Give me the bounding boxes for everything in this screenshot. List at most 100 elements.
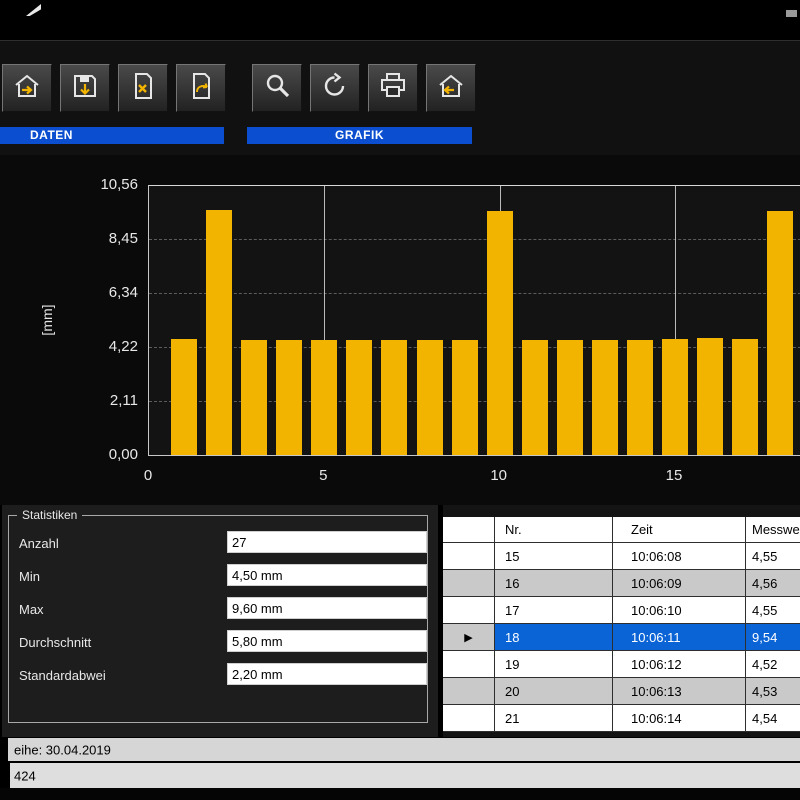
grid-corner [443, 517, 495, 543]
standardabweichung-input[interactable] [227, 663, 427, 685]
durchschnitt-input[interactable] [227, 630, 427, 652]
row-selector[interactable] [443, 651, 495, 678]
chart-bar [697, 338, 723, 455]
export-graphic-button[interactable] [426, 64, 476, 112]
stat-row: Anzahl [9, 528, 427, 561]
table-row[interactable]: 1710:06:104,55 [443, 597, 800, 624]
max-input[interactable] [227, 597, 427, 619]
cell-zeit[interactable]: 10:06:12 [613, 651, 746, 678]
cell-messwert[interactable]: 4,55 [746, 597, 800, 624]
selected-row-arrow-icon: ▶ [464, 631, 472, 644]
chart-bar [276, 340, 302, 455]
cell-messwert[interactable]: 4,56 [746, 570, 800, 597]
chart-bar [206, 210, 232, 455]
row-selector[interactable] [443, 678, 495, 705]
chart-bar [346, 340, 372, 455]
bottom-panels: Statistiken AnzahlMinMaxDurchschnittStan… [0, 505, 800, 737]
house-import-icon [12, 71, 42, 106]
max-label: Max [19, 602, 44, 617]
column-header-messwert[interactable]: Messwert [746, 517, 800, 543]
grid-header-row: Nr.ZeitMesswert [443, 517, 800, 543]
statistics-fields: AnzahlMinMaxDurchschnittStandardabwei [9, 528, 427, 693]
x-tick-label: 5 [298, 467, 348, 484]
row-selector[interactable] [443, 543, 495, 570]
statistics-groupbox: Statistiken AnzahlMinMaxDurchschnittStan… [8, 515, 428, 723]
cell-nr[interactable]: 17 [495, 597, 613, 624]
table-row[interactable]: 1510:06:084,55 [443, 543, 800, 570]
chart-bar [311, 340, 337, 455]
cell-messwert[interactable]: 4,54 [746, 705, 800, 732]
chart-bar [417, 340, 443, 455]
column-header-nr[interactable]: Nr. [495, 517, 613, 543]
table-row[interactable]: 1610:06:094,56 [443, 570, 800, 597]
cell-nr[interactable]: 20 [495, 678, 613, 705]
house-export-icon [436, 71, 466, 106]
y-tick-label: 0,00 [0, 446, 140, 464]
h-gridline [149, 185, 800, 186]
row-selector[interactable] [443, 705, 495, 732]
grafik-button-group [252, 64, 476, 112]
grafik-group-label: GRAFIK [247, 127, 472, 144]
cell-nr[interactable]: 16 [495, 570, 613, 597]
cell-zeit[interactable]: 10:06:10 [613, 597, 746, 624]
cell-zeit[interactable]: 10:06:11 [613, 624, 746, 651]
refresh-button[interactable] [310, 64, 360, 112]
cell-nr[interactable]: 21 [495, 705, 613, 732]
cell-messwert[interactable]: 4,55 [746, 543, 800, 570]
cell-zeit[interactable]: 10:06:14 [613, 705, 746, 732]
daten-button-group [2, 64, 226, 112]
document-delete-icon [128, 71, 158, 106]
durchschnitt-label: Durchschnitt [19, 635, 91, 650]
x-tick-label: 0 [123, 467, 173, 484]
zoom-button[interactable] [252, 64, 302, 112]
cell-zeit[interactable]: 10:06:09 [613, 570, 746, 597]
footer-left-notch [0, 763, 10, 788]
standardabweichung-label: Standardabwei [19, 668, 106, 683]
y-tick-label: 8,45 [0, 230, 140, 248]
chart-bar [381, 340, 407, 455]
save-data-button[interactable] [60, 64, 110, 112]
y-tick-label: 2,11 [0, 392, 140, 410]
delete-record-button[interactable] [118, 64, 168, 112]
anzahl-label: Anzahl [19, 536, 59, 551]
table-row[interactable]: 2010:06:134,53 [443, 678, 800, 705]
x-tick-label: 10 [474, 467, 524, 484]
cell-messwert[interactable]: 9,54 [746, 624, 800, 651]
row-selector[interactable] [443, 570, 495, 597]
stat-row: Durchschnitt [9, 627, 427, 660]
table-row[interactable]: 2110:06:144,54 [443, 705, 800, 732]
status-bar: eihe: 30.04.2019 [0, 738, 800, 761]
measurement-table-panel: Nr.ZeitMesswert1510:06:084,551610:06:094… [443, 505, 800, 737]
x-tick-label: 15 [649, 467, 699, 484]
status-left-notch [0, 738, 8, 761]
print-button[interactable] [368, 64, 418, 112]
cell-messwert[interactable]: 4,53 [746, 678, 800, 705]
edit-record-button[interactable] [176, 64, 226, 112]
column-header-zeit[interactable]: Zeit [613, 517, 746, 543]
min-input[interactable] [227, 564, 427, 586]
cell-messwert[interactable]: 4,52 [746, 651, 800, 678]
cell-nr[interactable]: 19 [495, 651, 613, 678]
chart-bar [171, 339, 197, 455]
bottom-edge [0, 788, 800, 800]
save-icon [70, 71, 100, 106]
h-gridline [149, 239, 800, 240]
document-edit-icon [186, 71, 216, 106]
row-selector[interactable] [443, 597, 495, 624]
anzahl-input[interactable] [227, 531, 427, 553]
chart-bar [522, 340, 548, 455]
chart-area: [mm] 0,002,114,226,348,4510,56051015 [0, 155, 800, 505]
cell-zeit[interactable]: 10:06:13 [613, 678, 746, 705]
cell-nr[interactable]: 15 [495, 543, 613, 570]
status-text: eihe: 30.04.2019 [14, 742, 111, 757]
y-tick-label: 4,22 [0, 338, 140, 356]
cell-nr[interactable]: 18 [495, 624, 613, 651]
h-gridline [149, 293, 800, 294]
titlebar [0, 0, 800, 40]
table-row[interactable]: 1910:06:124,52 [443, 651, 800, 678]
import-data-button[interactable] [2, 64, 52, 112]
cell-zeit[interactable]: 10:06:08 [613, 543, 746, 570]
table-row[interactable]: ▶ 1810:06:119,54 [443, 624, 800, 651]
row-selector[interactable]: ▶ [443, 624, 495, 651]
logo-mark [26, 4, 41, 16]
